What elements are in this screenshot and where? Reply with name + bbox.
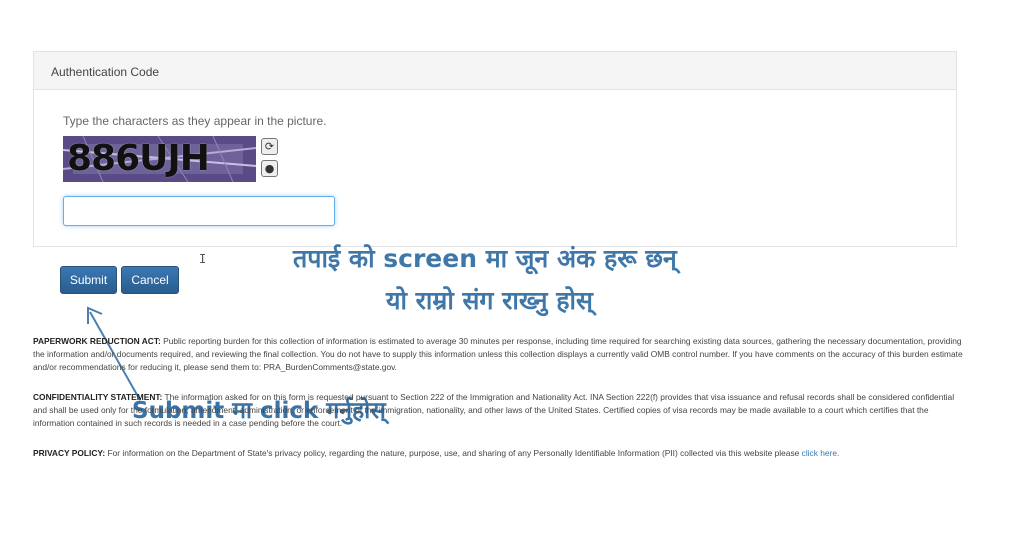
submit-button[interactable]: Submit xyxy=(60,266,117,294)
audio-captcha-icon[interactable]: ● xyxy=(261,160,278,177)
confidentiality-text: The information asked for on this form i… xyxy=(33,392,955,428)
captcha-input[interactable] xyxy=(63,196,335,226)
text-cursor-icon: I xyxy=(199,252,207,266)
authentication-panel: Authentication Code Type the characters … xyxy=(33,51,957,266)
paperwork-reduction-act: PAPERWORK REDUCTION ACT: Public reportin… xyxy=(33,335,963,374)
panel-title: Authentication Code xyxy=(34,52,956,90)
privacy-label: PRIVACY POLICY: xyxy=(33,448,106,458)
confidentiality-label: CONFIDENTIALITY STATEMENT: xyxy=(33,392,163,402)
privacy-policy: PRIVACY POLICY: For information on the D… xyxy=(33,447,963,460)
confidentiality-statement: CONFIDENTIALITY STATEMENT: The informati… xyxy=(33,391,963,430)
privacy-link[interactable]: click here. xyxy=(802,448,840,458)
paperwork-text: Public reporting burden for this collect… xyxy=(33,336,963,372)
captcha-instruction: Type the characters as they appear in th… xyxy=(63,114,327,128)
paperwork-label: PAPERWORK REDUCTION ACT: xyxy=(33,336,161,346)
cancel-button[interactable]: Cancel xyxy=(121,266,179,294)
overlay-instruction-line-1: तपाई को screen मा जून अंक हरू छन् xyxy=(293,244,677,273)
captcha-image: 886UJH xyxy=(63,136,256,182)
refresh-captcha-icon[interactable]: ⟳ xyxy=(261,138,278,155)
captcha-characters: 886UJH xyxy=(67,138,210,179)
overlay-instruction-line-2: यो राम्रो संग राख्नु होस् xyxy=(386,286,593,315)
privacy-text: For information on the Department of Sta… xyxy=(105,448,802,458)
